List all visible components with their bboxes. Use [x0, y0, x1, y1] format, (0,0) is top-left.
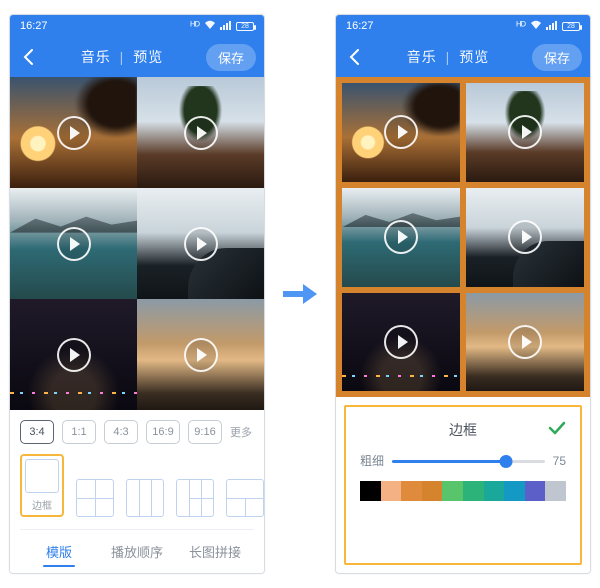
layout-3col[interactable] — [126, 479, 164, 517]
battery-icon: 28 — [562, 22, 580, 31]
header-tab-preview[interactable]: 预览 — [459, 49, 489, 65]
play-icon — [384, 115, 418, 149]
play-icon — [57, 116, 91, 150]
video-grid — [10, 77, 264, 410]
arrow-right-icon — [283, 284, 317, 304]
ratio-16-9[interactable]: 16:9 — [146, 420, 180, 444]
battery-icon: 28 — [236, 22, 254, 31]
save-button[interactable]: 保存 — [532, 44, 582, 71]
color-swatch[interactable] — [504, 481, 525, 501]
play-icon — [57, 227, 91, 261]
thickness-row: 粗细 75 — [360, 452, 566, 469]
ratio-4-3[interactable]: 4:3 — [104, 420, 138, 444]
color-swatch[interactable] — [463, 481, 484, 501]
template-panel: 3:4 1:1 4:3 16:9 9:16 更多 边框 模版 播放顺序 — [10, 410, 264, 573]
wifi-icon — [530, 20, 542, 33]
tab-template[interactable]: 模版 — [20, 530, 98, 573]
status-indicators: ᴴᴰ 28 — [516, 20, 580, 33]
video-cell[interactable] — [137, 188, 264, 299]
play-icon — [184, 227, 218, 261]
header-tab-preview[interactable]: 预览 — [133, 49, 163, 65]
thickness-slider[interactable] — [392, 454, 545, 468]
play-icon — [508, 115, 542, 149]
tab-order[interactable]: 播放顺序 — [98, 530, 176, 573]
video-cell[interactable] — [137, 77, 264, 188]
status-time: 16:27 — [346, 20, 374, 32]
app-header: 音乐 | 预览 保存 — [336, 37, 590, 77]
signal-icon — [220, 20, 232, 33]
color-swatch[interactable] — [525, 481, 546, 501]
bottom-tabs: 模版 播放顺序 长图拼接 — [20, 529, 254, 573]
video-cell[interactable] — [342, 293, 460, 392]
play-icon — [508, 220, 542, 254]
header-tabs: 音乐 | 预览 — [372, 47, 524, 67]
video-grid-bordered — [336, 77, 590, 397]
play-icon — [384, 325, 418, 359]
video-cell[interactable] — [466, 188, 584, 287]
color-swatch[interactable] — [422, 481, 443, 501]
play-icon — [184, 338, 218, 372]
app-header: 音乐 | 预览 保存 — [10, 37, 264, 77]
ratio-9-16[interactable]: 9:16 — [188, 420, 222, 444]
status-bar: 16:27 ᴴᴰ 28 — [336, 15, 590, 37]
tab-stitch[interactable]: 长图拼接 — [176, 530, 254, 573]
thickness-label: 粗细 — [360, 452, 384, 469]
back-button[interactable] — [344, 47, 364, 67]
transition-arrow — [283, 284, 317, 304]
phone-after: 16:27 ᴴᴰ 28 音乐 | 预览 — [335, 14, 591, 574]
wifi-icon — [204, 20, 216, 33]
video-cell[interactable] — [342, 83, 460, 182]
play-icon — [508, 325, 542, 359]
ratio-3-4[interactable]: 3:4 — [20, 420, 54, 444]
status-indicators: ᴴᴰ 28 — [190, 20, 254, 33]
color-swatch[interactable] — [545, 481, 566, 501]
video-cell[interactable] — [10, 77, 137, 188]
confirm-button[interactable] — [542, 419, 566, 440]
back-button[interactable] — [18, 47, 38, 67]
video-cell[interactable] — [137, 299, 264, 410]
color-swatch[interactable] — [442, 481, 463, 501]
layout-2row-split[interactable] — [226, 479, 264, 517]
header-tab-music[interactable]: 音乐 — [81, 49, 111, 65]
video-cell[interactable] — [342, 188, 460, 287]
color-swatch[interactable] — [381, 481, 402, 501]
phone-before: 16:27 ᴴᴰ 28 音乐 | 预览 — [9, 14, 265, 574]
layout-2x2[interactable] — [76, 479, 114, 517]
color-swatches — [360, 481, 566, 501]
signal-icon — [546, 20, 558, 33]
hd-icon: ᴴᴰ — [516, 20, 526, 32]
video-cell[interactable] — [466, 83, 584, 182]
color-swatch[interactable] — [484, 481, 505, 501]
thickness-value: 75 — [553, 454, 566, 468]
play-icon — [57, 338, 91, 372]
color-swatch[interactable] — [401, 481, 422, 501]
video-cell[interactable] — [466, 293, 584, 392]
border-panel: 边框 粗细 75 — [344, 405, 582, 565]
play-icon — [184, 116, 218, 150]
layout-3col-mix[interactable] — [176, 479, 214, 517]
layout-row: 边框 — [20, 454, 254, 517]
save-button[interactable]: 保存 — [206, 44, 256, 71]
header-tab-music[interactable]: 音乐 — [407, 49, 437, 65]
header-tabs: 音乐 | 预览 — [46, 47, 198, 67]
video-cell[interactable] — [10, 299, 137, 410]
ratio-1-1[interactable]: 1:1 — [62, 420, 96, 444]
hd-icon: ᴴᴰ — [190, 20, 200, 32]
status-bar: 16:27 ᴴᴰ 28 — [10, 15, 264, 37]
color-swatch[interactable] — [360, 481, 381, 501]
ratio-more[interactable]: 更多 — [230, 424, 254, 440]
status-time: 16:27 — [20, 20, 48, 32]
layout-border-label: 边框 — [32, 497, 52, 512]
layout-border[interactable]: 边框 — [20, 454, 64, 517]
play-icon — [384, 220, 418, 254]
aspect-ratio-row: 3:4 1:1 4:3 16:9 9:16 更多 — [20, 420, 254, 444]
video-cell[interactable] — [10, 188, 137, 299]
border-panel-title: 边框 — [384, 420, 542, 440]
